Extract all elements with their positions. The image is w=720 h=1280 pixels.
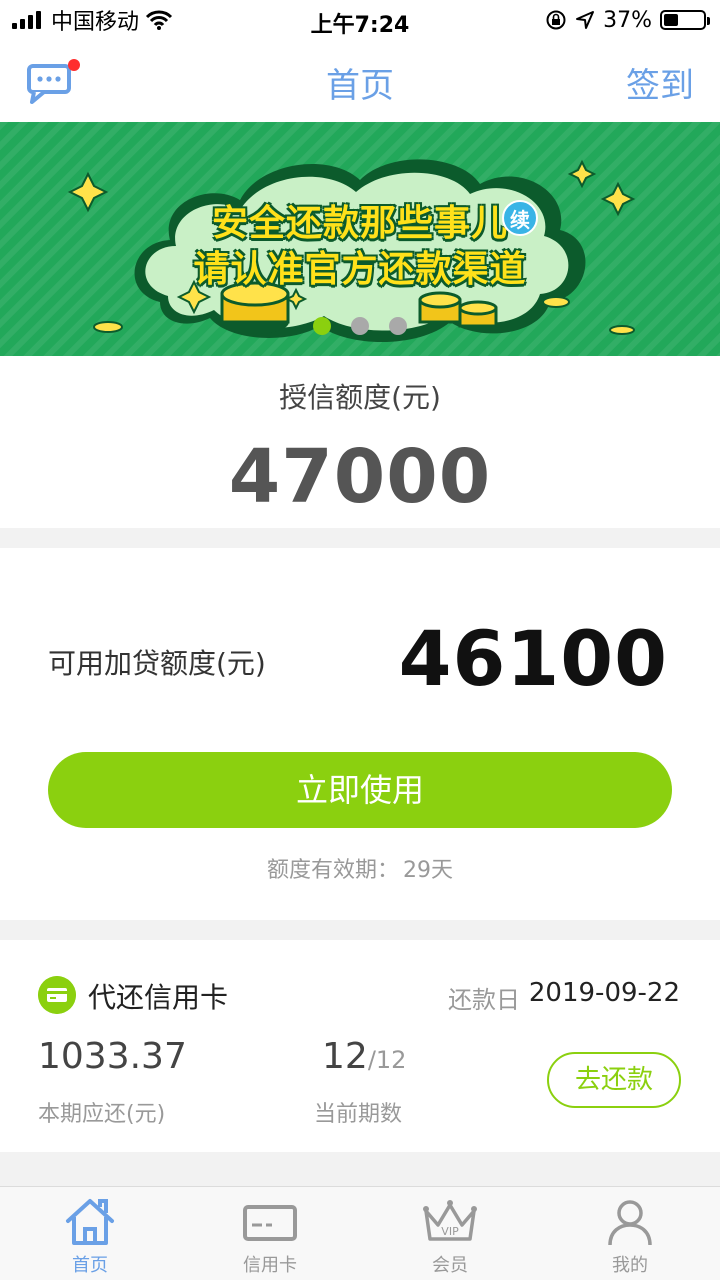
validity-label: 额度有效期： [266,858,399,883]
location-arrow-icon [576,11,595,29]
credit-card-badge-icon [38,976,76,1014]
battery-fill [664,14,679,26]
amount-due-label: 本期应还(元) [38,1102,166,1127]
card-repay-title: 代还信用卡 [88,981,229,1014]
nav-bar: 首页 签到 [0,40,720,122]
available-loan-label: 可用加贷额度(元) [48,647,266,680]
status-left: 中国移动 [12,0,173,40]
available-loan-section: 可用加贷额度(元) 46100 立即使用 额度有效期： 29天 [0,548,720,920]
banner-headline: 安全还款那些事儿 [211,203,508,244]
banner-dot[interactable] [351,317,369,335]
battery-percent: 37% [603,7,652,33]
credit-limit-section: 授信额度(元) 47000 [0,356,720,528]
credit-card-icon [243,1205,297,1241]
message-icon[interactable] [26,58,82,104]
battery-icon [660,10,710,30]
tab-home[interactable]: 首页 [0,1187,180,1280]
repay-day-label: 还款日 [448,986,520,1014]
tab-label: 首页 [72,1255,108,1276]
period-value: 12/12 [322,1036,406,1077]
sign-in-button[interactable]: 签到 [626,58,694,107]
tab-mine[interactable]: 我的 [540,1187,720,1280]
use-now-button[interactable]: 立即使用 [48,752,672,828]
validity-value: 29天 [403,858,453,883]
credit-limit-label: 授信额度(元) [279,381,441,414]
validity-text: 额度有效期： 29天 [0,852,720,884]
tab-label: 信用卡 [243,1255,297,1276]
amount-due-value: 1033.37 [38,1036,187,1077]
promo-banner[interactable]: 安全还款那些事儿 请认准官方还款渠道 续 [0,122,720,356]
wifi-icon [145,10,173,30]
rotation-lock-icon [546,10,566,30]
tab-credit-card[interactable]: 信用卡 [180,1187,360,1280]
period-current: 12 [322,1036,368,1077]
credit-limit-value: 47000 [228,434,492,520]
banner-pagination[interactable] [0,317,720,337]
banner-badge: 续 [502,200,538,236]
tab-label: 我的 [612,1255,648,1276]
home-icon [66,1199,114,1245]
banner-subheadline: 请认准官方还款渠道 [193,249,527,290]
period-total: /12 [367,1046,407,1074]
tab-vip[interactable]: VIP 会员 [360,1187,540,1280]
user-icon [608,1200,652,1246]
unread-dot [68,59,80,71]
signal-icon [12,11,41,29]
banner-dot[interactable] [389,317,407,335]
repay-button[interactable]: 去还款 [547,1052,681,1108]
page-title: 首页 [326,66,394,106]
vip-crown-icon: VIP [423,1200,477,1241]
banner-dot[interactable] [313,317,331,335]
svg-text:VIP: VIP [441,1225,459,1238]
status-bar: 中国移动 上午7:24 37% [0,0,720,40]
card-repay-section: 代还信用卡 还款日 2019-09-22 1033.37 本期应还(元) 12/… [0,940,720,1152]
repay-day-value: 2019-09-22 [528,978,680,1008]
tab-label: 会员 [432,1255,468,1276]
available-loan-value: 46100 [398,614,668,703]
period-label: 当前期数 [314,1102,403,1127]
carrier-label: 中国移动 [51,10,140,35]
status-right: 37% [545,0,710,40]
tab-bar: 首页 信用卡 VIP 会员 我的 [0,1186,720,1280]
